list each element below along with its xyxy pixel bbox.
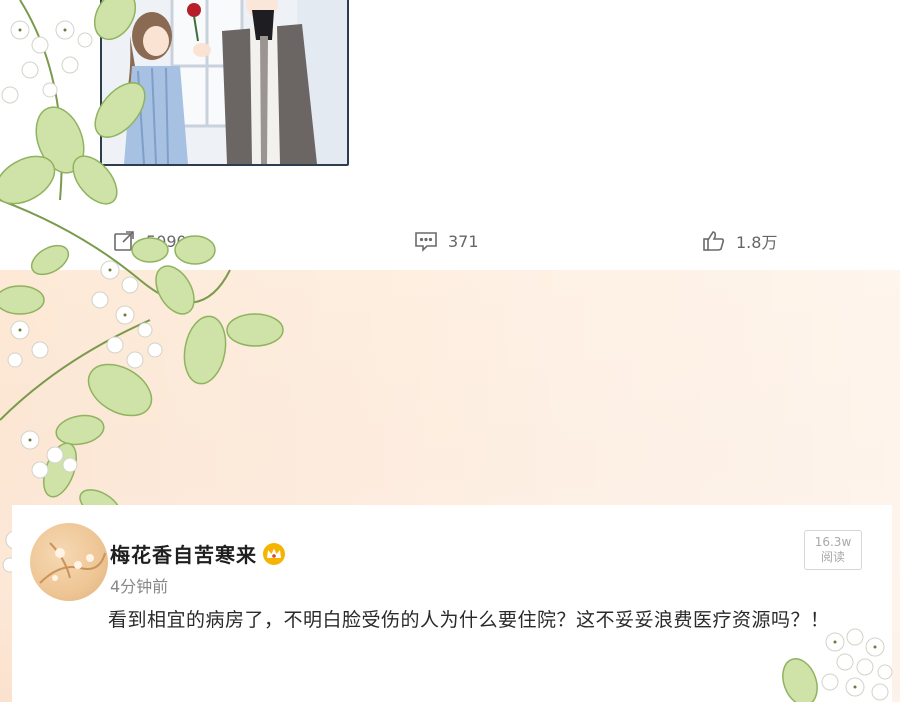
post-area: 5090 371 1.8万: [0, 0, 900, 275]
share-count: 5090: [146, 231, 187, 251]
crown-icon: [263, 542, 285, 565]
like-button[interactable]: 1.8万: [702, 228, 777, 254]
comment-text: 看到相宜的病房了，不明白脸受伤的人为什么要住院？这不妥妥浪费医疗资源吗？！: [108, 609, 830, 631]
read-count-badge: 16.3w 阅读: [804, 530, 862, 570]
username-row: 梅花香自苦寒来: [110, 539, 285, 568]
comic-panel-image[interactable]: [100, 0, 349, 166]
read-label: 阅读: [820, 550, 845, 564]
comment-button[interactable]: 371: [414, 228, 479, 254]
thumbs-up-icon: [702, 229, 726, 253]
comment-icon: [414, 229, 438, 253]
comment-card: 梅花香自苦寒来 4分钟前 看到相宜的病房了，不明白脸受伤的人为什么要住院？这不妥…: [12, 505, 892, 702]
share-button[interactable]: 5090: [112, 228, 187, 254]
comment-timestamp: 4分钟前: [110, 577, 169, 596]
avatar[interactable]: [30, 523, 108, 601]
like-count: 1.8万: [736, 233, 778, 252]
comment-count: 371: [448, 231, 479, 251]
username[interactable]: 梅花香自苦寒来: [110, 539, 257, 568]
share-icon: [112, 229, 136, 253]
read-count: 16.3w: [814, 535, 852, 549]
